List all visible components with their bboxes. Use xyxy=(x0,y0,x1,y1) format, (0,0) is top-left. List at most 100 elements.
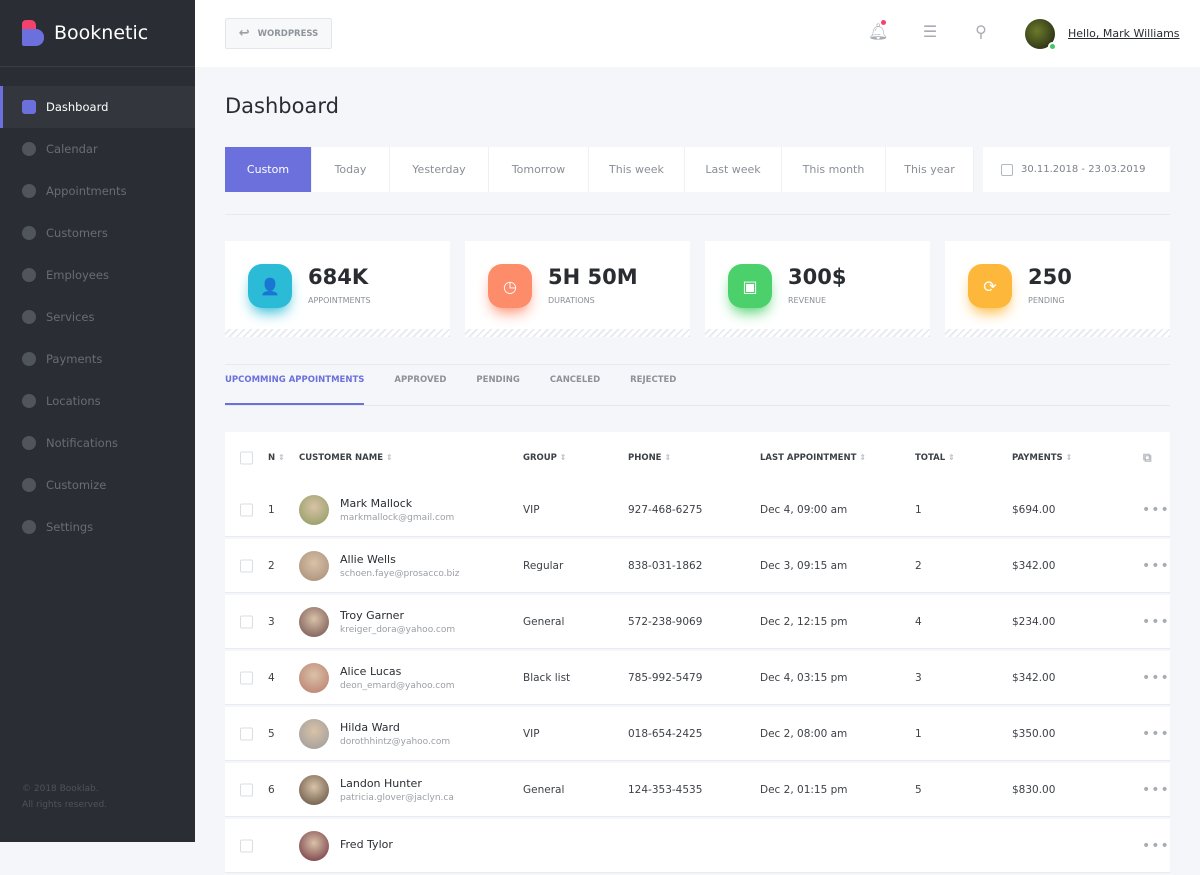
column-phone[interactable]: PHONE ⇕ xyxy=(628,453,671,463)
sort-icon: ⇕ xyxy=(859,452,867,462)
sidebar-item-settings[interactable]: Settings xyxy=(0,506,195,548)
customer-avatar xyxy=(299,830,329,861)
range-tab-this-year[interactable]: This year xyxy=(886,147,974,192)
stat-value: 5H 50M xyxy=(548,265,638,289)
row-checkbox[interactable] xyxy=(240,559,253,572)
customer-name[interactable]: Fred Tylor xyxy=(340,838,393,851)
sidebar-item-payments[interactable]: Payments xyxy=(0,338,195,380)
customer-name[interactable]: Troy Garner xyxy=(340,609,455,622)
customer-info: Fred Tylor xyxy=(340,838,393,854)
last-appointment-cell: Dec 2, 08:00 am xyxy=(760,727,848,740)
sidebar-item-label: Payments xyxy=(46,352,103,366)
table-row[interactable]: 3 Troy Garner kreiger_dora@yahoo.com Genera… xyxy=(225,595,1170,648)
user-icon xyxy=(22,226,36,240)
sidebar-item-services[interactable]: Services xyxy=(0,296,195,338)
range-tab-this-month[interactable]: This month xyxy=(782,147,886,192)
range-tab-yesterday[interactable]: Yesterday xyxy=(390,147,489,192)
wordpress-button[interactable]: ↩ WORDPRESS xyxy=(225,18,332,49)
customer-email: patricia.glover@jaclyn.ca xyxy=(340,792,454,803)
group-cell: Black list xyxy=(523,671,571,684)
customer-name[interactable]: Mark Mallock xyxy=(340,497,454,510)
select-all-checkbox[interactable] xyxy=(240,451,253,464)
sidebar-item-customers[interactable]: Customers xyxy=(0,212,195,254)
customer-name[interactable]: Hilda Ward xyxy=(340,721,450,734)
row-checkbox[interactable] xyxy=(240,503,253,516)
row-checkbox[interactable] xyxy=(240,783,253,796)
user-avatar[interactable] xyxy=(1025,19,1057,51)
row-checkbox[interactable] xyxy=(240,615,253,628)
column-total[interactable]: TOTAL ⇕ xyxy=(915,453,955,463)
sidebar-item-customize[interactable]: Customize xyxy=(0,464,195,506)
sidebar-item-calendar[interactable]: Calendar xyxy=(0,128,195,170)
table-row[interactable]: 5 Hilda Ward dorothhintz@yahoo.com VIP 018-6… xyxy=(225,707,1170,760)
copyright-line: © 2018 Booklab. xyxy=(22,784,99,794)
row-checkbox[interactable] xyxy=(240,727,253,740)
sliders-icon[interactable]: ☰ xyxy=(920,22,940,42)
customer-avatar xyxy=(299,662,329,693)
customer-email: deon_emard@yahoo.com xyxy=(340,680,455,691)
more-options-icon[interactable]: ••• xyxy=(1142,670,1170,686)
stats-cards: 👤 684K APPOINTMENTS ◷ 5H 50M DURATIONS ▣ 300$ RE… xyxy=(225,241,1170,337)
table-row[interactable]: 1 Mark Mallock markmallock@gmail.com VIP 927… xyxy=(225,483,1170,536)
customer-name[interactable]: Landon Hunter xyxy=(340,777,454,790)
tab-canceled[interactable]: CANCELED xyxy=(550,375,600,405)
group-cell: General xyxy=(523,615,565,628)
export-icon[interactable]: ⧉ xyxy=(1143,450,1152,465)
tab-rejected[interactable]: REJECTED xyxy=(630,375,676,405)
row-checkbox[interactable] xyxy=(240,839,253,852)
sidebar-item-notifications[interactable]: Notifications xyxy=(0,422,195,464)
more-options-icon[interactable]: ••• xyxy=(1142,838,1170,854)
sort-icon: ⇕ xyxy=(386,452,393,462)
more-options-icon[interactable]: ••• xyxy=(1142,726,1170,742)
tab-upcomming-appointments[interactable]: UPCOMMING APPOINTMENTS xyxy=(225,375,365,405)
range-tab-custom[interactable]: Custom xyxy=(225,147,312,192)
appointment-tabs: UPCOMMING APPOINTMENTS APPROVED PENDING CAN… xyxy=(225,375,706,405)
more-options-icon[interactable]: ••• xyxy=(1142,558,1170,574)
tab-pending[interactable]: PENDING xyxy=(476,375,519,405)
stat-card-durations: ◷ 5H 50M DURATIONS xyxy=(465,241,690,337)
sidebar-item-dashboard[interactable]: Dashboard xyxy=(0,86,195,128)
range-tab-last-week[interactable]: Last week xyxy=(685,147,782,192)
phone-cell: 838-031-1862 xyxy=(628,559,703,572)
customer-name[interactable]: Allie Wells xyxy=(340,553,459,566)
logo[interactable]: Booknetic xyxy=(0,0,195,67)
range-tab-this-week[interactable]: This week xyxy=(589,147,685,192)
table-row[interactable]: 4 Alice Lucas deon_emard@yahoo.com Black li… xyxy=(225,651,1170,704)
date-range-picker[interactable]: 30.11.2018 - 23.03.2019 xyxy=(983,147,1170,192)
sidebar-item-locations[interactable]: Locations xyxy=(0,380,195,422)
column-n[interactable]: N ⇕ xyxy=(268,453,285,463)
tab-approved[interactable]: APPROVED xyxy=(394,375,446,405)
customer-info: Alice Lucas deon_emard@yahoo.com xyxy=(340,665,455,691)
more-options-icon[interactable]: ••• xyxy=(1142,502,1170,518)
column-last-appointment[interactable]: LAST APPOINTMENT ⇕ xyxy=(760,453,866,463)
range-tab-today[interactable]: Today xyxy=(312,147,390,192)
user-greeting-link[interactable]: Hello, Mark Williams xyxy=(1068,27,1180,40)
sidebar-item-employees[interactable]: Employees xyxy=(0,254,195,296)
column-payments[interactable]: PAYMENTS ⇕ xyxy=(1012,453,1072,463)
payment-icon xyxy=(22,352,36,366)
range-tab-tomorrow[interactable]: Tomorrow xyxy=(489,147,589,192)
table-row[interactable]: Fred Tylor ••• xyxy=(225,819,1170,872)
more-options-icon[interactable]: ••• xyxy=(1142,614,1170,630)
more-options-icon[interactable]: ••• xyxy=(1142,782,1170,798)
table-row[interactable]: 6 Landon Hunter patricia.glover@jaclyn.ca G… xyxy=(225,763,1170,816)
table-row[interactable]: 2 Allie Wells schoen.faye@prosacco.biz Regu… xyxy=(225,539,1170,592)
users-icon xyxy=(22,268,36,282)
last-appointment-cell: Dec 4, 09:00 am xyxy=(760,503,848,516)
bell-icon[interactable]: 🔔︎ xyxy=(868,20,888,42)
row-number: 4 xyxy=(268,671,275,684)
sort-icon: ⇕ xyxy=(278,452,285,462)
search-icon[interactable]: ⚲ xyxy=(971,22,991,42)
column-customer[interactable]: CUSTOMER NAME ⇕ xyxy=(299,453,393,463)
phone-cell: 572-238-9069 xyxy=(628,615,703,628)
payments-cell: $694.00 xyxy=(1012,503,1056,516)
column-group[interactable]: GROUP ⇕ xyxy=(523,453,567,463)
brush-icon xyxy=(22,478,36,492)
row-checkbox[interactable] xyxy=(240,671,253,684)
customer-name[interactable]: Alice Lucas xyxy=(340,665,455,678)
app-name: Booknetic xyxy=(54,22,149,44)
group-cell: VIP xyxy=(523,503,540,516)
sidebar-item-appointments[interactable]: Appointments xyxy=(0,170,195,212)
divider xyxy=(225,214,1170,215)
phone-cell: 018-654-2425 xyxy=(628,727,703,740)
